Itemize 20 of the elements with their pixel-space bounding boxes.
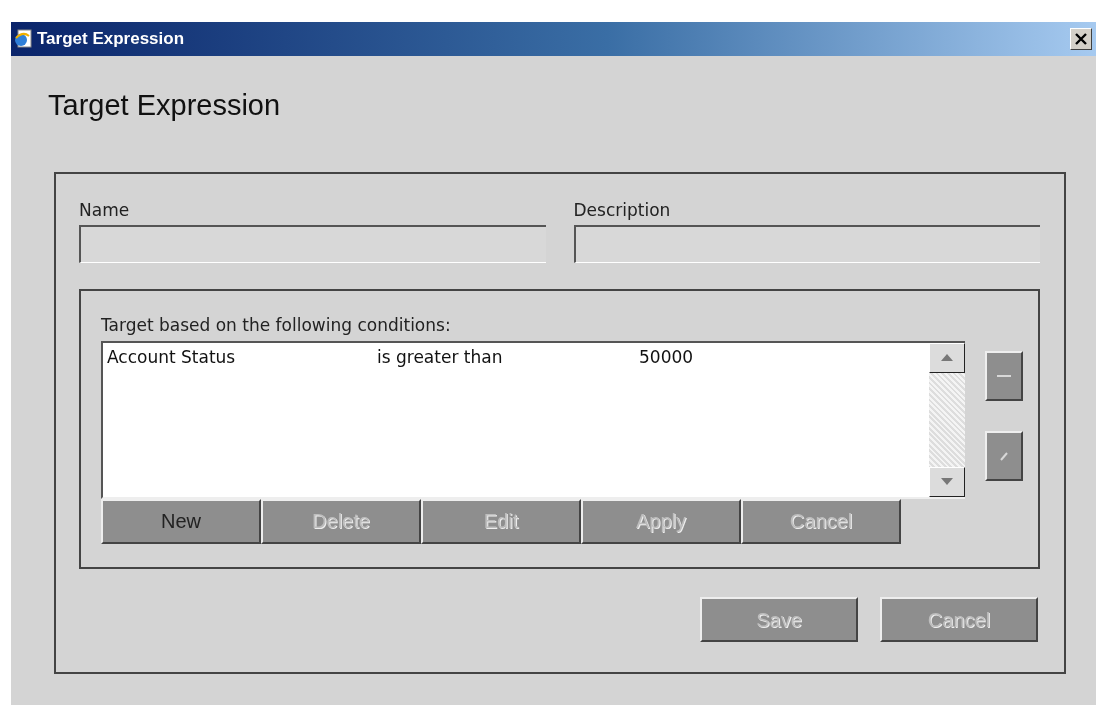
action-button[interactable]: New bbox=[101, 498, 261, 544]
text-field[interactable] bbox=[573, 225, 1040, 263]
page-heading: Target Expression bbox=[48, 88, 282, 123]
close-icon bbox=[1075, 33, 1087, 45]
condition-field: Account Status bbox=[107, 344, 377, 370]
text-field[interactable] bbox=[79, 225, 546, 263]
conditions-list[interactable]: Account Status is greater than 50000 bbox=[101, 340, 965, 499]
up-arrow-icon bbox=[941, 354, 953, 361]
condition-value: 50000 bbox=[639, 345, 694, 369]
condition-operator: is greater than bbox=[377, 345, 504, 369]
scroll-down-button[interactable] bbox=[929, 466, 965, 497]
browser-icon bbox=[13, 29, 33, 49]
field-label: Description bbox=[573, 198, 672, 222]
down-arrow-icon bbox=[941, 478, 953, 485]
field-label: Name bbox=[79, 198, 131, 222]
scrollbar[interactable] bbox=[929, 342, 965, 497]
conditions-label: Target based on the following conditions: bbox=[101, 314, 452, 337]
window-title: Target Expression bbox=[37, 28, 185, 51]
close-button[interactable] bbox=[1070, 28, 1092, 50]
scroll-up-button[interactable] bbox=[929, 342, 965, 373]
